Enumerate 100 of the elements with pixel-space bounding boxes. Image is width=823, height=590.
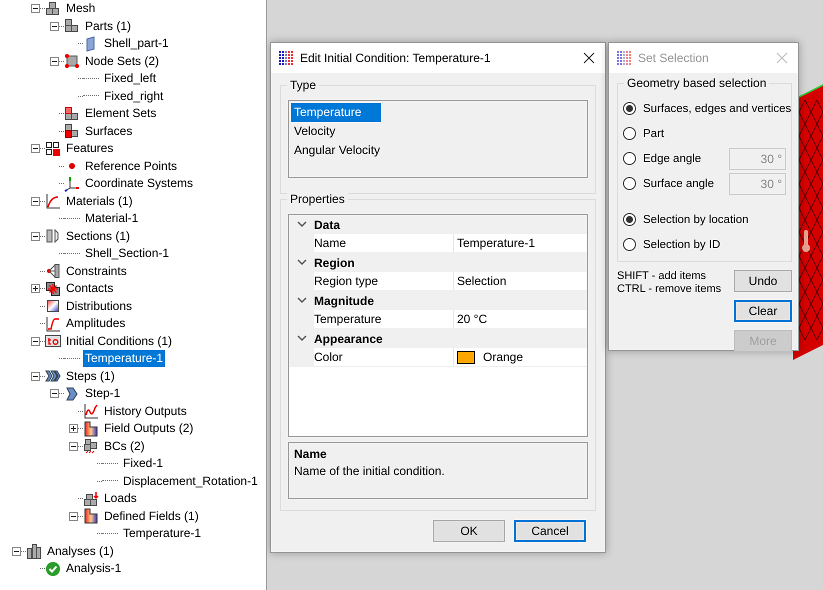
tree-item[interactable]: Mesh	[64, 0, 98, 18]
property-value[interactable]: Temperature-1	[454, 234, 587, 252]
tree-item[interactable]: Features	[64, 140, 116, 158]
tree-item[interactable]: Steps (1)	[64, 368, 117, 385]
chevron-down-icon[interactable]	[297, 259, 307, 266]
expand-icon[interactable]	[31, 284, 40, 294]
chevron-down-icon[interactable]	[297, 335, 307, 342]
close-icon[interactable]	[583, 52, 595, 64]
support-icon	[83, 438, 99, 454]
gradient-block-icon	[83, 420, 99, 437]
tree-item[interactable]: Fixed-1	[121, 455, 166, 472]
color-name: Orange	[483, 349, 524, 366]
dialog-button[interactable]: Clear	[734, 300, 792, 322]
tree-item[interactable]: Distributions	[64, 298, 134, 315]
radio-label[interactable]: Surface angle	[643, 178, 722, 190]
tree-item[interactable]: Analyses (1)	[45, 542, 116, 560]
radio-button[interactable]	[623, 152, 636, 165]
hint-text: CTRL - remove items	[617, 283, 722, 296]
constraint-icon	[45, 263, 61, 280]
tree-item[interactable]: Materials (1)	[64, 192, 135, 210]
dialog-button[interactable]: OK	[433, 520, 505, 542]
list-item[interactable]: Velocity	[291, 122, 381, 141]
server-icon	[26, 543, 42, 560]
property-name: Color	[314, 348, 454, 366]
tree-item[interactable]: Analysis-1	[64, 560, 124, 578]
property-value[interactable]: 20 °C	[454, 310, 587, 328]
blocks-icon	[64, 18, 80, 34]
load-icon	[83, 490, 99, 507]
tree-item[interactable]: Temperature-1	[83, 350, 166, 368]
tree-item[interactable]: Displacement_Rotation-1	[121, 472, 260, 490]
section-header: Appearance	[314, 332, 383, 346]
tree-item[interactable]: Element Sets	[83, 105, 158, 122]
chevron-icon	[64, 386, 80, 402]
dialog-button[interactable]: Cancel	[514, 520, 586, 542]
radio-label[interactable]: Selection by ID	[643, 238, 786, 250]
collapse-icon[interactable]	[50, 22, 59, 31]
tree-item[interactable]: Node Sets (2)	[83, 52, 162, 70]
tree-item[interactable]: Loads	[102, 490, 139, 508]
tree-item[interactable]: Sections (1)	[64, 228, 132, 245]
collapse-icon[interactable]	[69, 512, 78, 521]
tree-item[interactable]: Initial Conditions (1)	[64, 332, 174, 350]
list-item[interactable]: Temperature	[291, 103, 381, 122]
collapse-icon[interactable]	[50, 56, 59, 66]
property-name: Region type	[314, 272, 454, 290]
chevron-down-icon[interactable]	[297, 297, 307, 304]
window-title: Set Selection	[638, 51, 710, 65]
curve-icon	[45, 193, 61, 210]
chevrons-icon	[45, 368, 61, 384]
collapse-icon[interactable]	[31, 4, 40, 14]
radio-label[interactable]: Selection by location	[643, 214, 786, 226]
list-item[interactable]: Angular Velocity	[291, 141, 384, 160]
section-header: Magnitude	[314, 294, 374, 308]
surface-icon	[64, 123, 80, 140]
tree-item[interactable]: History Outputs	[102, 402, 189, 420]
radio-label[interactable]: Surfaces, edges and vertices	[643, 102, 792, 114]
group-label: Geometry based selection	[624, 76, 770, 91]
property-name: Temperature	[314, 310, 454, 328]
tree-item[interactable]: Field Outputs (2)	[102, 420, 196, 438]
tree-item[interactable]: Defined Fields (1)	[102, 508, 201, 525]
tree-item[interactable]: Fixed_left	[102, 70, 158, 88]
property-value[interactable]: Selection	[454, 272, 587, 290]
group-label: Properties	[287, 192, 348, 207]
tree-item[interactable]: Fixed_right	[102, 88, 166, 105]
collapse-icon[interactable]	[12, 546, 21, 556]
collapse-icon[interactable]	[31, 144, 40, 154]
collapse-icon[interactable]	[50, 389, 59, 398]
axes-icon	[64, 176, 80, 192]
radio-label[interactable]: Edge angle	[643, 152, 722, 164]
tree-item[interactable]: Contacts	[64, 280, 116, 298]
tree-item[interactable]: Material-1	[83, 210, 140, 228]
description-title: Name	[294, 446, 328, 462]
section-header: Region	[314, 256, 355, 270]
tree-item[interactable]: Shell_part-1	[102, 35, 171, 52]
tree-item[interactable]: Temperature-1	[121, 525, 204, 542]
group-label: Type	[287, 78, 320, 93]
collapse-icon[interactable]	[69, 442, 78, 451]
collapse-icon[interactable]	[31, 372, 40, 381]
radio-button[interactable]	[623, 102, 636, 115]
tree-item[interactable]: Coordinate Systems	[83, 175, 196, 192]
expand-icon[interactable]	[69, 424, 78, 434]
tree-item[interactable]: Shell_Section-1	[83, 245, 172, 262]
tree-item[interactable]: Step-1	[83, 385, 122, 402]
section-icon	[45, 228, 61, 244]
radio-label[interactable]: Part	[643, 128, 786, 140]
radio-button[interactable]	[623, 213, 636, 226]
chevron-down-icon[interactable]	[297, 221, 307, 228]
tree-item[interactable]: Constraints	[64, 262, 129, 280]
radio-button[interactable]	[623, 177, 636, 190]
dialog-button[interactable]: Undo	[734, 270, 792, 292]
collapse-icon[interactable]	[31, 232, 40, 241]
collapse-icon[interactable]	[31, 336, 40, 346]
tree-item[interactable]: Amplitudes	[64, 315, 128, 332]
tree-item[interactable]: Surfaces	[83, 122, 134, 140]
radio-button[interactable]	[623, 238, 636, 251]
node-set-icon	[64, 53, 80, 70]
radio-button[interactable]	[623, 127, 636, 140]
tree-item[interactable]: Parts (1)	[83, 18, 134, 35]
tree-item[interactable]: Reference Points	[83, 158, 180, 175]
tree-item[interactable]: BCs (2)	[102, 438, 147, 455]
collapse-icon[interactable]	[31, 196, 40, 206]
